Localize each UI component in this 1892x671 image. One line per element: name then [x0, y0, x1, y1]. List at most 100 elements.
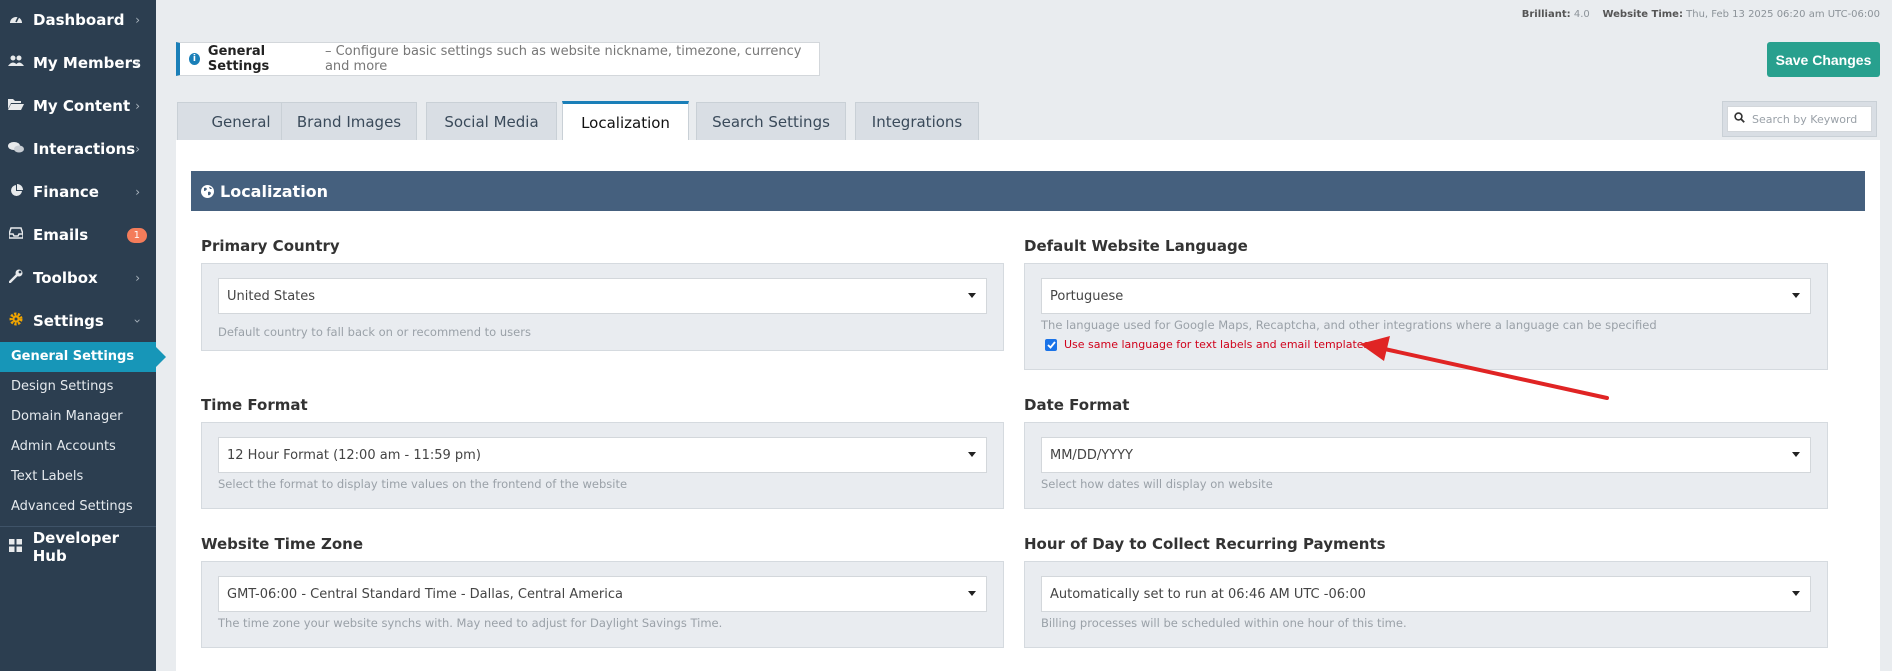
- sidebar: Dashboard › My Members › My Content › In…: [0, 0, 166, 671]
- tab-integrations[interactable]: Integrations: [855, 102, 979, 140]
- sidebar-item-label: Developer Hub: [32, 529, 120, 565]
- page-description: – Configure basic settings such as websi…: [324, 44, 802, 74]
- sidebar-item-label: Emails: [33, 226, 89, 244]
- default-language-label: Default Website Language: [1024, 237, 1248, 255]
- time-zone-value: GMT-06:00 - Central Standard Time - Dall…: [227, 586, 623, 602]
- sidebar-item-label: My Members: [33, 54, 141, 72]
- tab-search-settings[interactable]: Search Settings: [696, 102, 846, 140]
- primary-country-label: Primary Country: [201, 237, 340, 255]
- recurring-hour-select[interactable]: Automatically set to run at 06:46 AM UTC…: [1041, 576, 1811, 612]
- globe-icon: [201, 184, 214, 198]
- sidebar-item-emails[interactable]: Emails 1: [0, 217, 156, 253]
- caret-down-icon: [968, 293, 976, 298]
- caret-down-icon: [1792, 591, 1800, 596]
- inbox-icon: [8, 227, 24, 243]
- info-icon: i: [189, 53, 200, 65]
- time-zone-select[interactable]: GMT-06:00 - Central Standard Time - Dall…: [218, 576, 987, 612]
- caret-down-icon: [968, 591, 976, 596]
- recurring-hour-help: Billing processes will be scheduled with…: [1041, 616, 1407, 630]
- time-format-select[interactable]: 12 Hour Format (12:00 am - 11:59 pm): [218, 437, 987, 473]
- users-icon: [8, 55, 24, 71]
- date-format-label: Date Format: [1024, 396, 1130, 414]
- chat-bubbles-icon: [8, 141, 24, 157]
- sidebar-sub-design-settings[interactable]: Design Settings: [0, 372, 156, 402]
- caret-down-icon: [1792, 293, 1800, 298]
- time-format-help: Select the format to display time values…: [218, 477, 628, 491]
- chevron-right-icon: ›: [135, 99, 140, 113]
- caret-down-icon: [968, 452, 976, 457]
- speedometer-icon: [8, 12, 24, 28]
- version-label: Brilliant:: [1521, 9, 1571, 20]
- tab-brand-images[interactable]: Brand Images: [281, 102, 417, 140]
- website-time-value: Thu, Feb 13 2025 06:20 am UTC-06:00: [1686, 9, 1880, 20]
- folder-open-icon: [8, 98, 24, 114]
- sidebar-sub-admin-accounts[interactable]: Admin Accounts: [0, 432, 156, 462]
- sidebar-divider: [0, 526, 156, 527]
- chevron-right-icon: ›: [135, 271, 140, 285]
- page-title: General Settings: [207, 44, 270, 74]
- tab-localization[interactable]: Localization: [562, 101, 689, 141]
- date-format-value: MM/DD/YYYY: [1050, 447, 1133, 463]
- chevron-right-icon: ›: [135, 56, 140, 70]
- chevron-down-icon: ›: [130, 318, 145, 324]
- keyword-search-input[interactable]: [1750, 111, 1869, 127]
- recurring-hour-label: Hour of Day to Collect Recurring Payment…: [1024, 535, 1386, 553]
- grid-icon: [8, 538, 24, 556]
- time-zone-label: Website Time Zone: [201, 535, 363, 553]
- time-zone-help: The time zone your website synchs with. …: [218, 616, 723, 630]
- caret-down-icon: [1792, 452, 1800, 457]
- sidebar-sub-text-labels[interactable]: Text Labels: [0, 462, 156, 492]
- sidebar-item-label: Toolbox: [33, 269, 98, 287]
- pie-chart-icon: [8, 183, 24, 201]
- annotation-arrow: [1360, 336, 1609, 400]
- date-format-select[interactable]: MM/DD/YYYY: [1041, 437, 1811, 473]
- chevron-right-icon: ›: [135, 13, 140, 27]
- sidebar-sub-advanced-settings[interactable]: Advanced Settings: [0, 492, 156, 522]
- version-value: 4.0: [1573, 9, 1590, 20]
- primary-country-help: Default country to fall back on or recom…: [218, 325, 531, 339]
- section-header: Localization: [191, 171, 1865, 211]
- date-format-help: Select how dates will display on website: [1041, 477, 1273, 491]
- sidebar-item-my-content[interactable]: My Content ›: [0, 88, 156, 124]
- sidebar-item-label: My Content: [33, 97, 131, 115]
- time-format-value: 12 Hour Format (12:00 am - 11:59 pm): [227, 447, 481, 463]
- sidebar-item-interactions[interactable]: Interactions ›: [0, 131, 156, 167]
- sidebar-item-settings[interactable]: Settings ›: [0, 303, 156, 339]
- same-language-option: Use same language for text labels and em…: [1045, 338, 1369, 351]
- chevron-right-icon: ›: [135, 142, 140, 156]
- sidebar-item-finance[interactable]: Finance ›: [0, 174, 156, 210]
- search-icon: [1728, 112, 1750, 126]
- sidebar-item-my-members[interactable]: My Members ›: [0, 45, 156, 81]
- section-title: Localization: [220, 181, 329, 201]
- sidebar-item-toolbox[interactable]: Toolbox ›: [0, 260, 156, 296]
- gear-icon: [8, 312, 24, 330]
- sidebar-item-label: Settings: [33, 312, 104, 330]
- sidebar-sub-domain-manager[interactable]: Domain Manager: [0, 402, 156, 432]
- same-language-checkbox-label: Use same language for text labels and em…: [1064, 338, 1370, 351]
- time-format-field: 12 Hour Format (12:00 am - 11:59 pm) Sel…: [201, 422, 1004, 509]
- primary-country-select[interactable]: United States: [218, 278, 987, 314]
- sidebar-sub-general-settings[interactable]: General Settings: [0, 342, 166, 372]
- save-changes-button[interactable]: Save Changes: [1767, 42, 1880, 77]
- default-language-value: Portuguese: [1050, 288, 1124, 304]
- time-format-label: Time Format: [201, 396, 308, 414]
- date-format-field: MM/DD/YYYY Select how dates will display…: [1024, 422, 1828, 509]
- keyword-search-box: [1727, 106, 1872, 132]
- recurring-hour-field: Automatically set to run at 06:46 AM UTC…: [1024, 561, 1828, 648]
- default-language-select[interactable]: Portuguese: [1041, 278, 1811, 314]
- primary-country-value: United States: [227, 288, 316, 304]
- tab-social-media[interactable]: Social Media: [426, 102, 557, 140]
- sidebar-item-label: Interactions: [33, 140, 136, 158]
- version-time-info: Brilliant: 4.0 Website Time: Thu, Feb 13…: [1522, 9, 1880, 20]
- sidebar-item-developer-hub[interactable]: Developer Hub: [0, 529, 156, 565]
- time-zone-field: GMT-06:00 - Central Standard Time - Dall…: [201, 561, 1004, 648]
- website-time-label: Website Time:: [1602, 9, 1683, 20]
- notification-badge: 1: [126, 227, 147, 243]
- page-info-banner: i General Settings – Configure basic set…: [176, 42, 820, 76]
- sidebar-item-label: Finance: [33, 183, 99, 201]
- sidebar-item-dashboard[interactable]: Dashboard ›: [0, 2, 156, 38]
- keyword-search: [1722, 101, 1877, 137]
- chevron-right-icon: ›: [135, 185, 140, 199]
- same-language-checkbox[interactable]: [1045, 338, 1057, 351]
- primary-country-field: United States Default country to fall ba…: [201, 263, 1004, 351]
